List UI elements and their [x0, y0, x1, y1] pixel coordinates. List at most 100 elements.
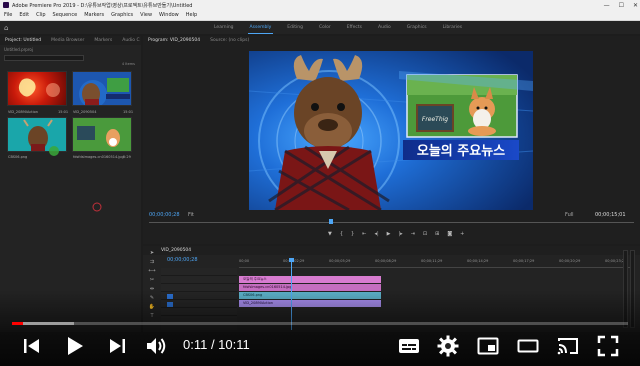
hand-cursor-icon — [49, 146, 59, 156]
project-items-count: 4 Items — [121, 62, 135, 66]
project-item-duration: 15:01 — [123, 110, 134, 114]
program-panel-tabs: Program: VID_2090504 Source: (no clips) — [143, 36, 640, 45]
play-button[interactable] — [62, 334, 86, 358]
monitor-scrubber[interactable] — [149, 222, 634, 223]
add-marker-icon[interactable]: ▼ — [328, 231, 332, 237]
menu-file[interactable]: File — [4, 12, 12, 18]
insert-icon[interactable]: ⊡ — [423, 231, 427, 237]
time-display: 0:11 / 10:11 — [183, 337, 250, 352]
menu-sequence[interactable]: Sequence — [53, 12, 78, 18]
play-icon[interactable]: ▶ — [387, 231, 391, 237]
timeline-panel-tabs: VID_2090504 — [143, 246, 640, 255]
premiere-app-icon — [3, 2, 9, 8]
workspace-tab-color[interactable]: Color — [311, 25, 339, 30]
maximize-button[interactable]: ☐ — [619, 2, 624, 9]
workspace-bar: ⌂ Learning Assembly Editing Color Effect… — [0, 21, 640, 34]
sequence-duration: 00;00;15;01 — [595, 212, 626, 218]
track-header-v3[interactable] — [161, 276, 237, 284]
go-to-out-icon[interactable]: ⇥ — [411, 231, 415, 237]
home-icon[interactable]: ⌂ — [4, 24, 12, 32]
mark-in-icon[interactable]: { — [340, 231, 343, 237]
step-forward-icon[interactable]: |▸ — [399, 231, 403, 237]
timeline-timecode[interactable]: 00;00;00;28 — [167, 257, 198, 263]
menu-graphics[interactable]: Graphics — [111, 12, 133, 18]
thumbnail-art — [73, 118, 131, 151]
track-select-tool-icon[interactable]: ⇉ — [150, 259, 154, 265]
tab-media-browser[interactable]: Media Browser — [46, 38, 89, 43]
close-button[interactable]: ✕ — [633, 2, 638, 9]
tab-project[interactable]: Project: Untitled — [0, 38, 46, 43]
ripple-edit-tool-icon[interactable]: ⟷ — [148, 268, 155, 274]
razor-tool-icon[interactable]: ✂ — [150, 277, 154, 283]
workspace-tab-libraries[interactable]: Libraries — [435, 25, 470, 30]
project-panel-tabs: Project: Untitled Media Browser Markers … — [0, 36, 141, 45]
video-progress-bar[interactable] — [12, 322, 628, 325]
monitor-playhead[interactable] — [329, 219, 333, 224]
project-panel: Project: Untitled Media Browser Markers … — [0, 36, 141, 332]
video-caption: 오늘의 주요뉴스 — [417, 143, 505, 159]
export-frame-icon[interactable]: ◙ — [447, 231, 452, 237]
workspace-tab-audio[interactable]: Audio — [370, 25, 399, 30]
cast-icon[interactable] — [556, 334, 580, 358]
timeline-clip-title[interactable]: 오늘의 주요뉴스 — [239, 276, 381, 283]
workspace-tab-learning[interactable]: Learning — [206, 25, 242, 30]
ruler-label: 00;00;08;29 — [375, 259, 397, 263]
tab-source[interactable]: Source: (no clips) — [205, 38, 254, 43]
program-timecode[interactable]: 00;00;00;28 — [149, 212, 180, 218]
workspace-tabs: Learning Assembly Editing Color Effects … — [206, 21, 470, 34]
menu-bar: File Edit Clip Sequence Markers Graphics… — [0, 10, 640, 21]
workspace-tab-effects[interactable]: Effects — [339, 25, 370, 30]
fullscreen-icon[interactable] — [596, 334, 620, 358]
menu-edit[interactable]: Edit — [19, 12, 29, 18]
track-header-v4[interactable] — [161, 268, 237, 276]
ruler-label: 00;00 — [239, 259, 250, 263]
menu-clip[interactable]: Clip — [36, 12, 45, 18]
resolution-dropdown[interactable]: Full — [565, 212, 574, 218]
overwrite-icon[interactable]: ⊞ — [435, 231, 439, 237]
video-preview: 오늘의 주요뉴스 FreeThig — [249, 51, 533, 210]
time-ruler[interactable]: 00;00 00;00;02;29 00;00;05;29 00;00;08;2… — [239, 259, 634, 267]
player-controls-gradient — [0, 290, 640, 366]
theater-mode-icon[interactable] — [516, 334, 540, 358]
tab-audio-clip-mixer[interactable]: Audio C — [117, 38, 144, 43]
project-item-name: CBS06.png — [8, 155, 28, 159]
go-to-in-icon[interactable]: ⇤ — [362, 231, 366, 237]
menu-view[interactable]: View — [140, 12, 152, 18]
thumbnail-art — [73, 72, 131, 105]
tab-program[interactable]: Program: VID_2090504 — [143, 38, 205, 43]
miniplayer-icon[interactable] — [476, 334, 500, 358]
project-item-thumbnail[interactable] — [72, 117, 132, 152]
screen: Adobe Premiere Pro 2019 - D:\유튜브작업\영상\프로… — [0, 0, 640, 366]
step-back-icon[interactable]: ◂| — [374, 231, 378, 237]
project-item-duration: 5:29 — [123, 155, 131, 159]
previous-button[interactable] — [20, 334, 44, 358]
project-item-duration: 15:01 — [58, 110, 69, 114]
ruler-line — [239, 267, 634, 268]
settings-gear-icon[interactable] — [436, 334, 460, 358]
volume-icon[interactable] — [144, 334, 168, 358]
menu-markers[interactable]: Markers — [84, 12, 104, 18]
workspace-tab-editing[interactable]: Editing — [279, 25, 311, 30]
fit-dropdown[interactable]: Fit — [188, 212, 194, 218]
project-item-thumbnail[interactable] — [72, 71, 132, 106]
timeline-playhead-handle[interactable] — [289, 258, 294, 262]
minimize-button[interactable]: — — [604, 2, 610, 9]
button-editor-icon[interactable]: + — [460, 231, 464, 237]
mark-out-icon[interactable]: } — [351, 231, 354, 237]
menu-window[interactable]: Window — [159, 12, 179, 18]
next-button[interactable] — [105, 334, 129, 358]
tab-markers[interactable]: Markers — [89, 38, 117, 43]
project-search-input[interactable] — [4, 55, 84, 61]
workspace-tab-graphics[interactable]: Graphics — [399, 25, 435, 30]
project-item-thumbnail[interactable] — [7, 71, 67, 106]
ruler-label: 00;00;14;29 — [467, 259, 489, 263]
video-frame-art: 오늘의 주요뉴스 FreeThig — [249, 51, 533, 210]
project-item-name: fdsfdsImages.cn0160514.jpg — [73, 155, 124, 159]
progress-played — [12, 322, 24, 325]
selection-tool-icon[interactable]: ➤ — [150, 250, 154, 256]
workspace-tab-assembly[interactable]: Assembly — [242, 25, 280, 34]
subtitles-icon[interactable] — [397, 334, 421, 358]
ruler-label: 00;00;17;29 — [513, 259, 535, 263]
window-controls: — ☐ ✕ — [604, 0, 638, 10]
menu-help[interactable]: Help — [186, 12, 197, 18]
